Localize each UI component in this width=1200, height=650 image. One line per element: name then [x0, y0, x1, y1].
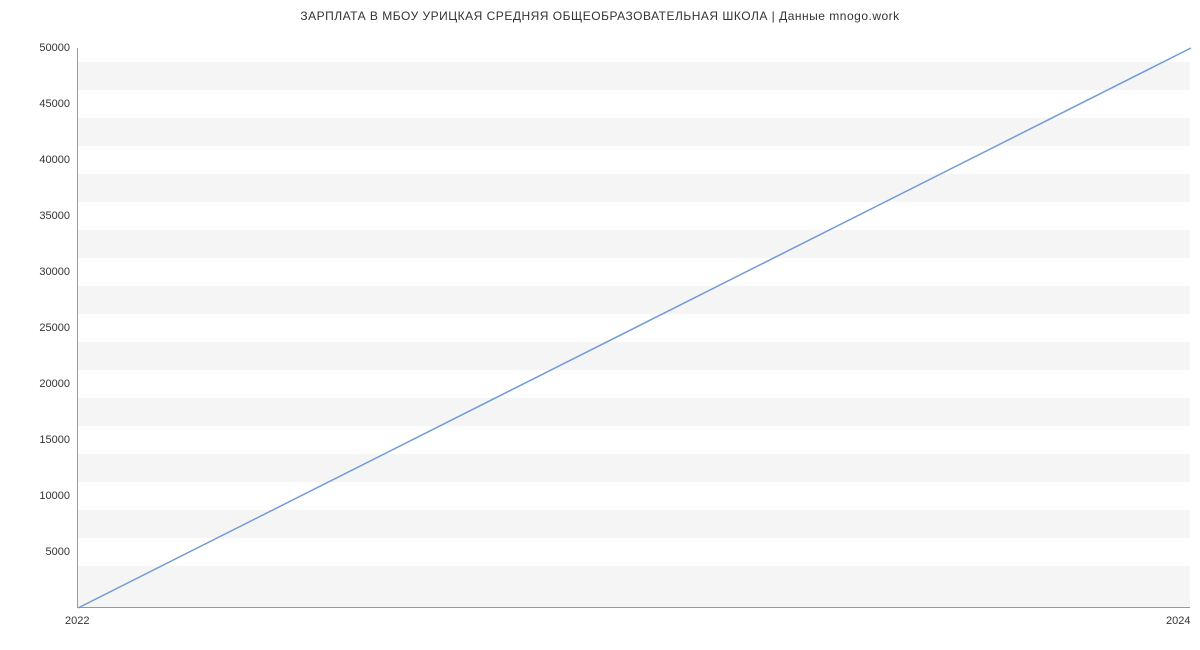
y-tick-label: 20000 — [10, 378, 70, 390]
x-tick-label: 2024 — [1166, 615, 1190, 627]
y-tick-label: 45000 — [10, 98, 70, 110]
x-tick-label: 2022 — [65, 615, 89, 627]
y-tick-label: 40000 — [10, 154, 70, 166]
chart-title: ЗАРПЛАТА В МБОУ УРИЦКАЯ СРЕДНЯЯ ОБЩЕОБРА… — [0, 9, 1200, 23]
chart-container: ЗАРПЛАТА В МБОУ УРИЦКАЯ СРЕДНЯЯ ОБЩЕОБРА… — [0, 0, 1200, 650]
y-tick-label: 15000 — [10, 434, 70, 446]
y-tick-label: 25000 — [10, 322, 70, 334]
y-tick-label: 30000 — [10, 266, 70, 278]
y-tick-label: 10000 — [10, 490, 70, 502]
y-tick-label: 35000 — [10, 210, 70, 222]
data-line — [78, 48, 1191, 608]
y-tick-label: 5000 — [10, 546, 70, 558]
y-tick-label: 50000 — [10, 42, 70, 54]
chart-line-layer — [78, 48, 1190, 607]
plot-area — [77, 48, 1190, 608]
